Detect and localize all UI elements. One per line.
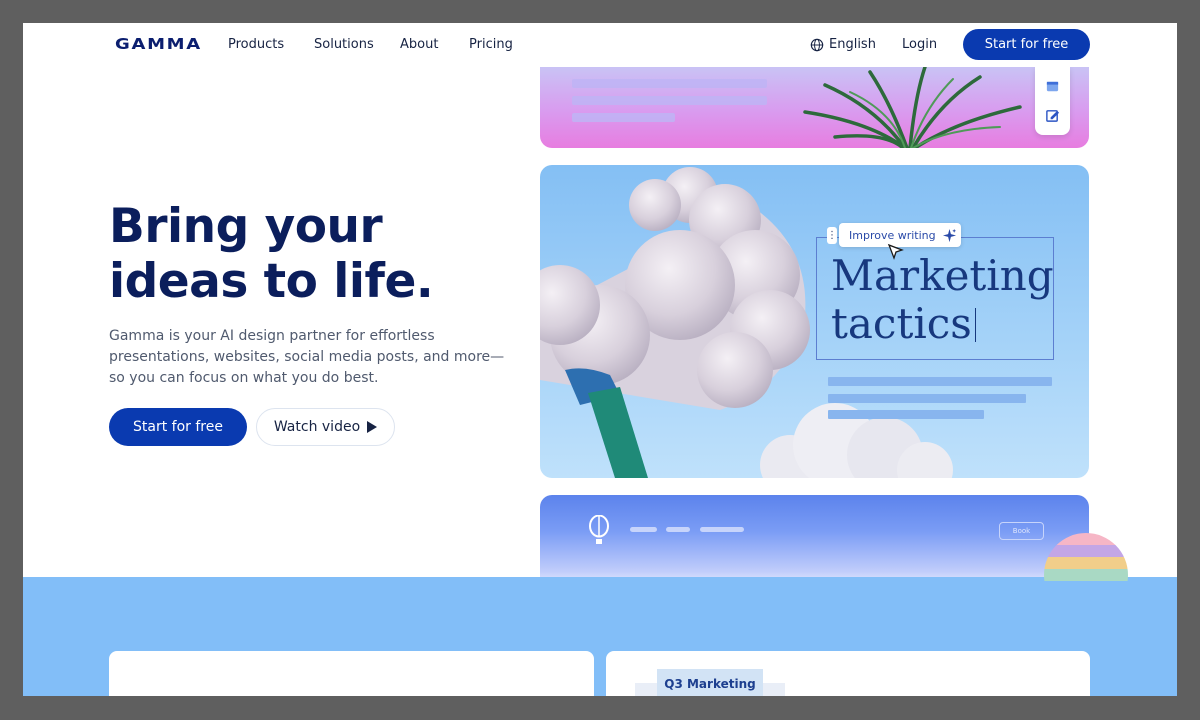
placeholder-line — [572, 96, 767, 105]
placeholder-line — [828, 410, 984, 419]
nav-about[interactable]: About — [400, 37, 438, 52]
nav-placeholder — [630, 527, 657, 532]
nav-placeholder — [700, 527, 744, 532]
nav-solutions[interactable]: Solutions — [314, 37, 374, 52]
globe-icon — [810, 38, 824, 51]
edit-icon[interactable] — [1045, 108, 1060, 123]
hero-title: Bring your ideas to life. — [109, 199, 539, 309]
nav-placeholder — [666, 527, 690, 532]
placeholder-line — [572, 113, 675, 122]
preview-card-pink — [540, 67, 1089, 148]
login-link[interactable]: Login — [902, 37, 937, 52]
gamma-logo[interactable]: GAMMA — [115, 35, 202, 53]
heading-line1: Marketing — [831, 251, 1054, 300]
language-selector[interactable]: English — [810, 37, 876, 52]
top-nav: GAMMA Products Solutions About Pricing E… — [23, 23, 1177, 67]
heading-edit-box[interactable]: Marketing tactics — [816, 237, 1054, 360]
balloon-icon — [589, 515, 609, 544]
play-icon — [367, 421, 378, 433]
hot-air-balloon-illustration — [1044, 533, 1128, 581]
hero-title-line1: Bring your — [109, 199, 383, 254]
placeholder-line — [828, 377, 1052, 386]
feature-card-left — [109, 651, 594, 696]
nav-start-button[interactable]: Start for free — [963, 29, 1090, 60]
hero-title-line2: ideas to life. — [109, 254, 434, 309]
hero-subtitle: Gamma is your AI design partner for effo… — [109, 328, 505, 386]
watch-video-button[interactable]: Watch video — [256, 408, 395, 446]
placeholder-line — [572, 79, 767, 88]
plant-illustration — [803, 67, 1022, 148]
sparkle-icon — [942, 228, 956, 242]
nav-pricing[interactable]: Pricing — [469, 37, 513, 52]
text-caret — [974, 308, 976, 342]
improve-writing-label: Improve writing — [849, 228, 936, 242]
nav-products[interactable]: Products — [228, 37, 284, 52]
language-label: English — [829, 37, 876, 52]
card-icon[interactable] — [1045, 79, 1060, 94]
preview-card-marketing: Marketing tactics ⋮ Improve writing — [540, 165, 1089, 478]
drag-handle-icon[interactable]: ⋮ — [827, 227, 837, 244]
placeholder-line — [828, 394, 1026, 403]
side-toolbar — [1035, 67, 1070, 135]
q3-marketing-heading: Q3 Marketing — [657, 669, 763, 696]
preview-card-travel: Book — [540, 495, 1089, 585]
marketing-heading: Marketing tactics — [831, 252, 1054, 348]
page-frame: GAMMA Products Solutions About Pricing E… — [23, 23, 1177, 696]
cursor-icon — [887, 243, 904, 260]
heading-line2: tactics — [831, 299, 972, 348]
book-button[interactable]: Book — [999, 522, 1044, 540]
start-free-button[interactable]: Start for free — [109, 408, 247, 446]
watch-video-label: Watch video — [273, 419, 361, 435]
